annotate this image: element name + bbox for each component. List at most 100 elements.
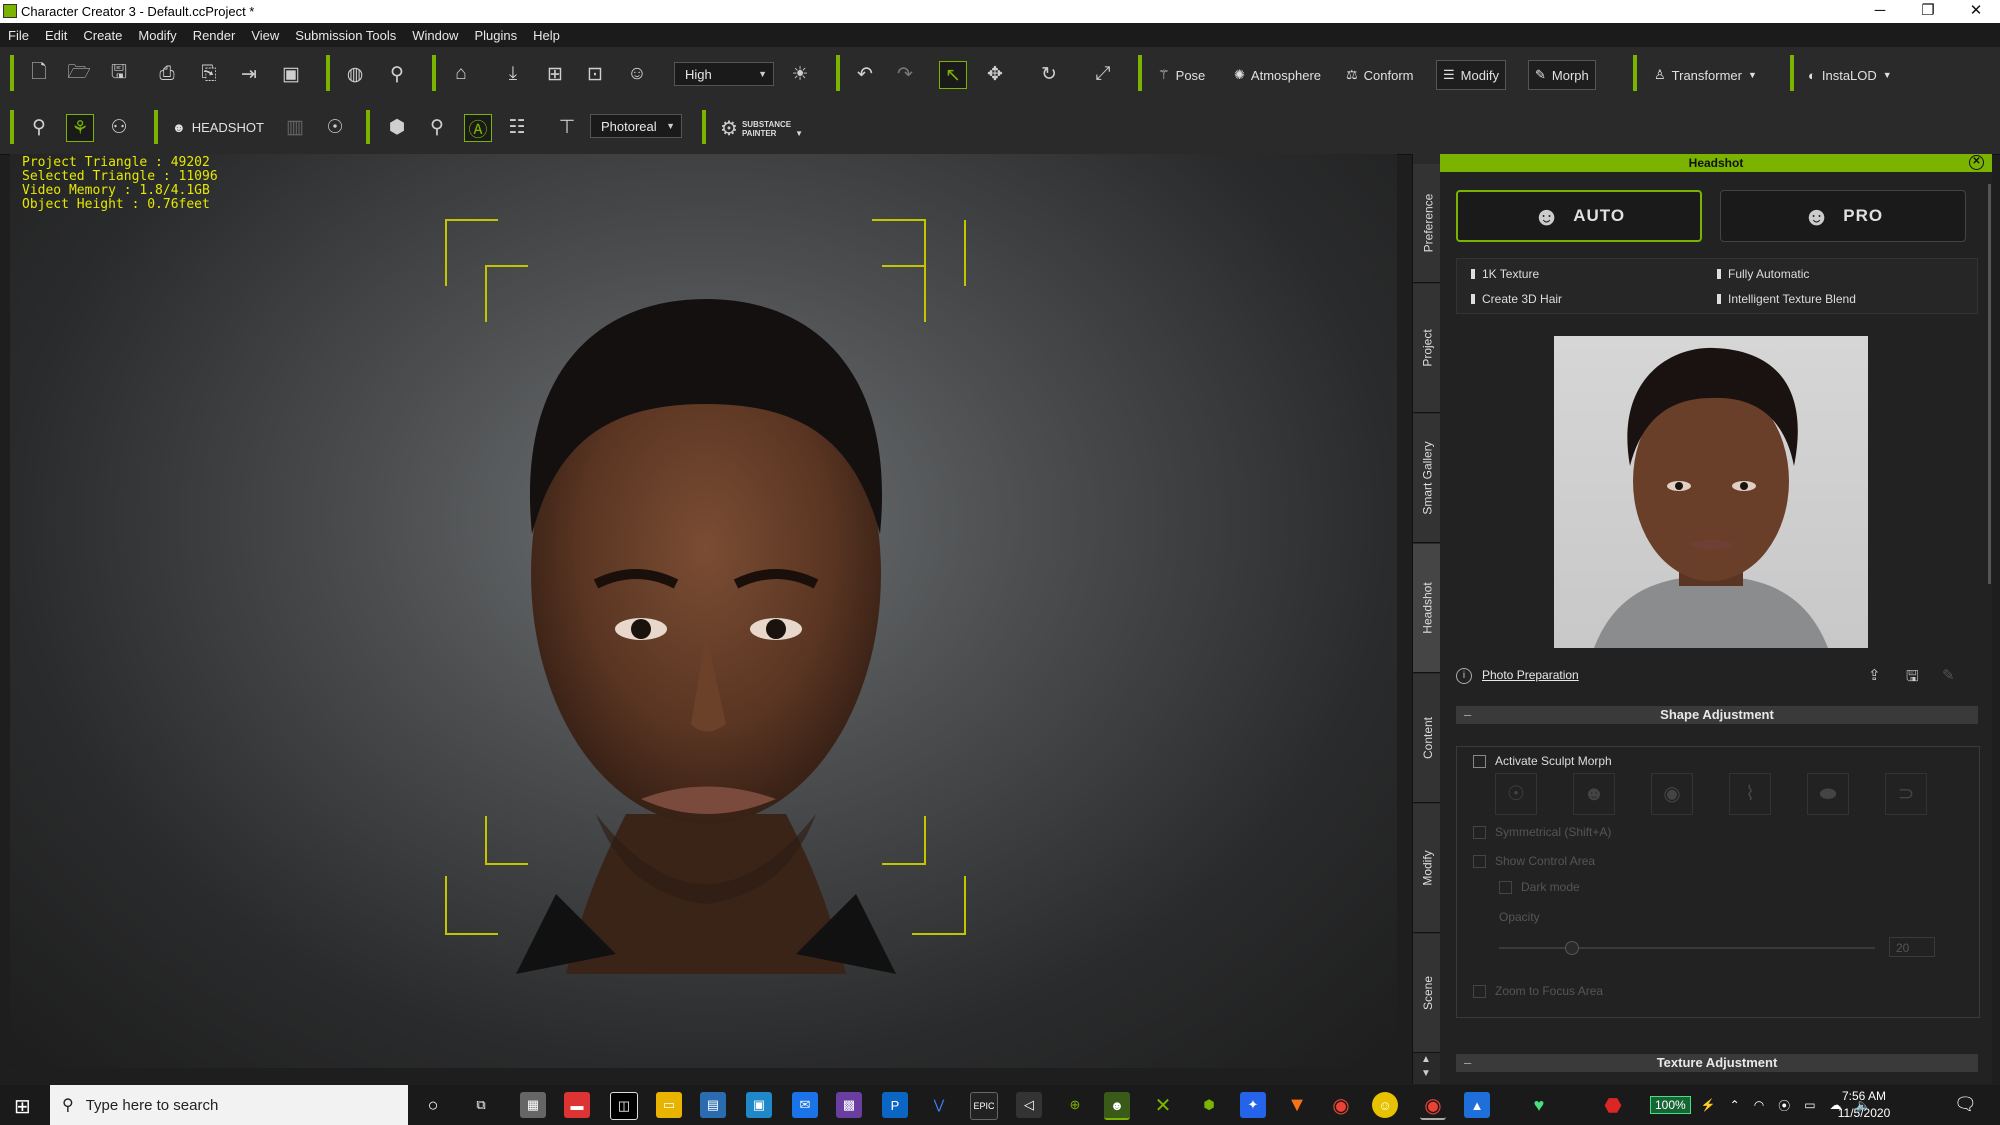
menu-render[interactable]: Render [185, 28, 244, 43]
battery-percent[interactable]: 100% [1650, 1096, 1691, 1114]
photo-preparation-link[interactable]: Photo Preparation [1482, 668, 1579, 682]
collapse-icon[interactable]: – [1464, 1054, 1471, 1072]
head-icon[interactable]: ☉ [322, 114, 348, 140]
quality-dropdown[interactable]: High [674, 62, 774, 86]
auto-icon[interactable]: Ⓐ [464, 114, 492, 142]
undo-icon[interactable]: ↶ [852, 61, 878, 87]
skin-icon[interactable]: ▥ [282, 114, 308, 140]
app-v-icon[interactable]: ⋁ [926, 1092, 952, 1118]
app-blue-icon[interactable]: ✦ [1240, 1092, 1266, 1118]
shape-adjustment-header[interactable]: – Shape Adjustment [1456, 706, 1978, 724]
opacity-slider-handle[interactable] [1565, 941, 1579, 955]
scale-icon[interactable]: ⤢ [1090, 61, 1116, 87]
app-x-icon[interactable]: ✕ [1150, 1092, 1176, 1118]
atmosphere-button[interactable]: ✺ Atmosphere [1228, 62, 1327, 88]
morph-body-icon[interactable]: ⚘ [66, 114, 94, 142]
opacity-slider-track[interactable] [1499, 947, 1875, 949]
chevron-up-icon[interactable]: ⌃ [1730, 1098, 1740, 1112]
export-icon[interactable]: ⎘ [196, 61, 222, 87]
chrome-icon[interactable]: ◉ [1328, 1092, 1354, 1118]
mail-icon[interactable]: ✉ [792, 1092, 818, 1118]
pose-button[interactable]: ⚚ Pose [1152, 62, 1211, 88]
transformer-button[interactable]: ♙ Transformer ▼ [1648, 62, 1763, 88]
app-red-gem-icon[interactable]: ⬣ [1600, 1092, 1626, 1118]
iclone-icon[interactable]: ⬢ [1196, 1092, 1222, 1118]
taskbar-search[interactable]: ⚲ Type here to search [50, 1085, 408, 1125]
home-icon[interactable]: ⌂ [448, 61, 474, 87]
notification-icon[interactable]: 🗨 [1954, 1094, 1977, 1115]
send-icon[interactable]: ⇥ [236, 61, 262, 87]
collapse-icon[interactable]: – [1464, 706, 1471, 724]
texture-adjustment-header[interactable]: – Texture Adjustment [1456, 1054, 1978, 1072]
task-view-icon[interactable]: ⧉ [468, 1092, 494, 1118]
file-explorer-icon[interactable]: ▭ [656, 1092, 682, 1118]
calculator-icon[interactable]: ▤ [700, 1092, 726, 1118]
face-region-icon[interactable]: ☻ [1573, 773, 1615, 815]
new-file-icon[interactable]: 🗋 [26, 61, 52, 87]
nose-region-icon[interactable]: ⌇ [1729, 773, 1771, 815]
power-icon[interactable]: ⚡ [1701, 1098, 1716, 1112]
show-control-area-checkbox[interactable] [1473, 855, 1486, 868]
frame-icon[interactable]: ⊡ [582, 61, 608, 87]
dark-mode-checkbox[interactable] [1499, 881, 1512, 894]
activity-icon[interactable]: ♥ [1526, 1092, 1552, 1118]
cortana-icon[interactable]: ○ [420, 1092, 446, 1118]
unity-icon[interactable]: ◁ [1016, 1092, 1042, 1118]
texture-icon[interactable]: ⊤ [554, 114, 580, 140]
zoom-focus-checkbox[interactable] [1473, 985, 1486, 998]
inspect-icon[interactable]: ⚲ [424, 114, 450, 140]
load-photo-icon[interactable]: ⇪ [1868, 666, 1881, 684]
app-yellow-icon[interactable]: ☺ [1372, 1092, 1398, 1118]
fit-down-icon[interactable]: ⤓ [500, 61, 526, 87]
scroll-up-icon[interactable]: ▲ [1421, 1054, 1431, 1065]
opacity-value-input[interactable]: 20 [1889, 937, 1935, 957]
light-icon[interactable]: ☀ [787, 61, 813, 87]
mouth-region-icon[interactable]: ⬬ [1807, 773, 1849, 815]
network-icon[interactable]: ⦿ [1778, 1097, 1790, 1114]
conform-button[interactable]: ⚖ Conform [1340, 62, 1420, 88]
tab-project[interactable]: Project [1413, 284, 1443, 413]
face-icon[interactable]: ☺ [624, 61, 650, 87]
tab-content[interactable]: Content [1413, 674, 1443, 803]
app-dark-icon[interactable]: ◫ [610, 1092, 638, 1120]
tab-headshot[interactable]: Headshot [1413, 544, 1443, 673]
app-orange-icon[interactable]: ▼ [1284, 1092, 1310, 1118]
menu-view[interactable]: View [243, 28, 287, 43]
menu-help[interactable]: Help [525, 28, 568, 43]
substance-painter-button[interactable]: ⚙ SUBSTANCE PAINTER ▼ [720, 116, 803, 141]
wifi-icon[interactable]: ◠ [1754, 1098, 1764, 1112]
tab-smart-gallery[interactable]: Smart Gallery [1413, 414, 1443, 543]
eye-region-icon[interactable]: ◉ [1651, 773, 1693, 815]
tab-scene[interactable]: Scene [1413, 934, 1443, 1053]
instalod-button[interactable]: ◐ InstaLOD ▼ [1802, 62, 1898, 88]
redo-icon[interactable]: ↷ [892, 61, 918, 87]
render-mode-dropdown[interactable]: Photoreal [590, 114, 682, 138]
app-green-icon[interactable]: ⊕ [1062, 1092, 1088, 1118]
activate-sculpt-checkbox[interactable] [1473, 755, 1486, 768]
tab-modify[interactable]: Modify [1413, 804, 1443, 933]
archive-icon[interactable]: ▣ [278, 61, 304, 87]
pro-mode-button[interactable]: ☻ PRO [1720, 190, 1966, 242]
info-icon[interactable]: i [1456, 668, 1472, 684]
character-creator-icon[interactable]: ☻ [1104, 1092, 1130, 1120]
photo-app-icon[interactable]: ▩ [836, 1092, 862, 1118]
menu-window[interactable]: Window [404, 28, 466, 43]
symmetrical-checkbox[interactable] [1473, 826, 1486, 839]
tab-preference[interactable]: Preference [1413, 164, 1443, 283]
save-icon[interactable]: 🖫 [106, 61, 132, 87]
minimize-button[interactable]: ─ [1856, 0, 1904, 23]
settings-sliders-icon[interactable]: ☷ [504, 114, 530, 140]
auto-mode-button[interactable]: ☻ AUTO [1456, 190, 1702, 242]
battery-icon[interactable]: ▭ [1804, 1098, 1815, 1112]
edit-photo-icon[interactable]: ✎ [1942, 666, 1955, 684]
menu-create[interactable]: Create [75, 28, 130, 43]
epic-games-icon[interactable]: EPIC [970, 1092, 998, 1120]
fit-selected-icon[interactable]: ⊞ [542, 61, 568, 87]
rotate-icon[interactable]: ↻ [1036, 61, 1062, 87]
ear-region-icon[interactable]: ⊃ [1885, 773, 1927, 815]
head-region-icon[interactable]: ☉ [1495, 773, 1537, 815]
app-window-icon[interactable]: ▣ [746, 1092, 772, 1118]
scroll-down-icon[interactable]: ▼ [1421, 1068, 1431, 1079]
open-folder-icon[interactable]: 🗁 [66, 61, 92, 87]
app-red-icon[interactable]: ▬ [564, 1092, 590, 1118]
